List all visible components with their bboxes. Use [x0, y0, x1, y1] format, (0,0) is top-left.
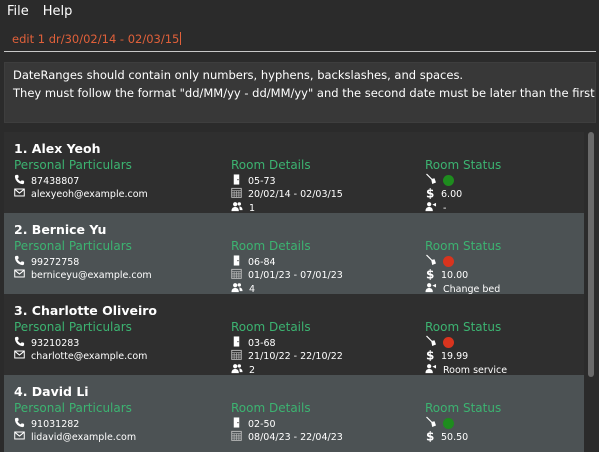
personal-particulars-heading: Personal Particulars	[14, 239, 132, 253]
broom-icon	[425, 416, 443, 431]
broom-icon	[425, 335, 443, 350]
person-card[interactable]: 1. Alex Yeoh Personal Particulars Room Det…	[4, 132, 584, 214]
email-icon	[14, 268, 31, 282]
person-card[interactable]: 2. Bernice Yu Personal Particulars Room De…	[4, 213, 584, 295]
phone-field: 91031282	[14, 417, 79, 431]
price-field: $50.50	[425, 430, 469, 445]
broom-icon	[425, 254, 443, 269]
cleaning-status-field	[425, 335, 454, 350]
svg-text:$: $	[426, 430, 434, 442]
room-details-heading: Room Details	[231, 401, 311, 415]
room-status-heading: Room Status	[425, 158, 502, 172]
svg-text:$: $	[426, 349, 434, 361]
date-range-field: 20/02/14 - 02/03/15	[231, 187, 343, 201]
room-number-field: 05-73	[231, 174, 276, 188]
room-status-heading: Room Status	[425, 320, 502, 334]
phone-field: 99272758	[14, 255, 79, 269]
email-icon	[14, 430, 31, 444]
personal-particulars-heading: Personal Particulars	[14, 320, 132, 334]
room-details-heading: Room Details	[231, 239, 311, 253]
status-dot	[443, 337, 454, 348]
person-card[interactable]: 4. David Li Personal Particulars Room Deta…	[4, 375, 584, 452]
room-number-field: 03-68	[231, 336, 276, 350]
phone-field: 87438807	[14, 174, 79, 188]
person-name: 1. Alex Yeoh	[14, 141, 101, 156]
calendar-icon	[231, 349, 248, 363]
date-range-field: 21/10/22 - 22/10/22	[231, 349, 343, 363]
email-field: alexyeoh@example.com	[14, 187, 148, 201]
phone-field: 93210283	[14, 336, 79, 350]
result-line-2: They must follow the format "dd/MM/yy - …	[13, 86, 599, 100]
result-line-1: DateRanges should contain only numbers, …	[13, 68, 464, 82]
email-icon	[14, 187, 31, 201]
list-scrollbar[interactable]	[588, 132, 594, 450]
room-status-heading: Room Status	[425, 239, 502, 253]
menu-bar: File Help	[0, 0, 599, 22]
dollar-icon: $	[425, 187, 441, 202]
command-input-text: edit 1 dr/30/02/14 - 02/03/15	[12, 32, 182, 46]
person-card[interactable]: 3. Charlotte Oliveiro Personal Particular…	[4, 294, 584, 376]
price-field: $19.99	[425, 349, 469, 364]
broom-icon	[425, 173, 443, 188]
room-details-heading: Room Details	[231, 158, 311, 172]
price-field: $10.00	[425, 268, 469, 283]
cleaning-status-field	[425, 416, 454, 431]
dollar-icon: $	[425, 349, 441, 364]
personal-particulars-heading: Personal Particulars	[14, 401, 132, 415]
person-name: 3. Charlotte Oliveiro	[14, 303, 157, 318]
door-icon	[231, 174, 248, 188]
phone-icon	[14, 417, 31, 431]
cleaning-status-field	[425, 173, 454, 188]
personal-particulars-heading: Personal Particulars	[14, 158, 132, 172]
status-dot	[443, 175, 454, 186]
svg-text:$: $	[426, 187, 434, 199]
cleaning-status-field	[425, 254, 454, 269]
status-dot	[443, 418, 454, 429]
text-caret	[180, 32, 182, 45]
email-field: lidavid@example.com	[14, 430, 136, 444]
dollar-icon: $	[425, 268, 441, 283]
dollar-icon: $	[425, 430, 441, 445]
command-input[interactable]: edit 1 dr/30/02/14 - 02/03/15	[4, 27, 596, 52]
email-field: charlotte@example.com	[14, 349, 147, 363]
calendar-icon	[231, 430, 248, 444]
person-name: 4. David Li	[14, 384, 89, 399]
person-name: 2. Bernice Yu	[14, 222, 107, 237]
phone-icon	[14, 174, 31, 188]
date-range-field: 01/01/23 - 07/01/23	[231, 268, 343, 282]
email-field: berniceyu@example.com	[14, 268, 152, 282]
calendar-icon	[231, 187, 248, 201]
price-field: $6.00	[425, 187, 463, 202]
svg-text:$: $	[426, 268, 434, 280]
result-display: DateRanges should contain only numbers, …	[4, 62, 599, 123]
room-number-field: 06-84	[231, 255, 276, 269]
status-dot	[443, 256, 454, 267]
scroll-thumb[interactable]	[588, 132, 594, 377]
person-list[interactable]: 1. Alex Yeoh Personal Particulars Room Det…	[4, 130, 596, 452]
phone-icon	[14, 336, 31, 350]
menu-file[interactable]: File	[7, 4, 29, 19]
email-icon	[14, 349, 31, 363]
calendar-icon	[231, 268, 248, 282]
room-details-heading: Room Details	[231, 320, 311, 334]
door-icon	[231, 336, 248, 350]
menu-help[interactable]: Help	[43, 4, 73, 19]
phone-icon	[14, 255, 31, 269]
date-range-field: 08/04/23 - 22/04/23	[231, 430, 343, 444]
door-icon	[231, 417, 248, 431]
room-number-field: 02-50	[231, 417, 276, 431]
door-icon	[231, 255, 248, 269]
room-status-heading: Room Status	[425, 401, 502, 415]
